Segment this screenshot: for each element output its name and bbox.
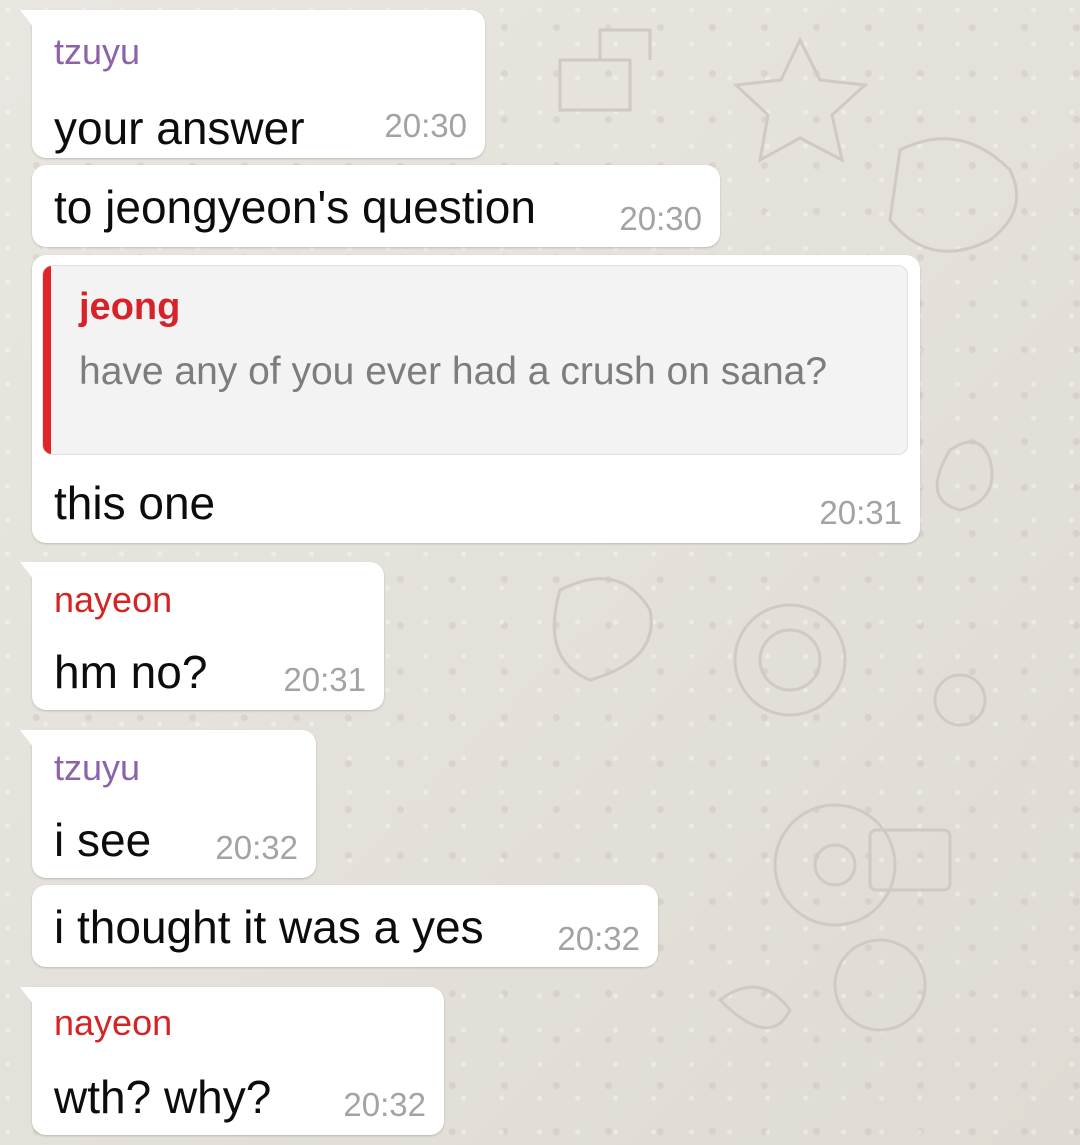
message-timestamp: 20:32: [343, 1086, 426, 1123]
message-bubble[interactable]: to jeongyeon's question 20:30: [32, 165, 720, 247]
message-timestamp: 20:30: [384, 107, 467, 144]
message-sender[interactable]: nayeon: [54, 580, 172, 620]
message-bubble[interactable]: nayeon hm no? 20:31: [20, 562, 384, 710]
message-text: hm no?: [54, 646, 208, 698]
chat-messages[interactable]: tzuyu your answer 20:30 to jeongyeon's q…: [0, 0, 1080, 1145]
message-timestamp: 20:32: [557, 920, 640, 957]
message-text: wth? why?: [54, 1071, 272, 1123]
message-text: this one: [54, 477, 216, 529]
reply-quote[interactable]: jeong have any of you ever had a crush o…: [42, 265, 908, 455]
message-text: i see: [54, 814, 152, 866]
message-sender[interactable]: tzuyu: [54, 748, 140, 788]
message-timestamp: 20:32: [215, 829, 298, 866]
message-bubble[interactable]: tzuyu i see 20:32: [20, 730, 316, 878]
message-timestamp: 20:31: [819, 494, 902, 531]
message-bubble[interactable]: jeong have any of you ever had a crush o…: [32, 255, 920, 543]
message-text: to jeongyeon's question: [54, 181, 536, 233]
message-timestamp: 20:30: [619, 200, 702, 237]
reply-quote-bar: [43, 266, 51, 454]
message-bubble[interactable]: i thought it was a yes 20:32: [32, 885, 658, 967]
message-text: i thought it was a yes: [54, 901, 484, 953]
reply-quote-sender: jeong: [79, 286, 181, 328]
message-text: your answer: [54, 102, 305, 154]
message-bubble[interactable]: nayeon wth? why? 20:32: [20, 987, 444, 1135]
message-timestamp: 20:31: [283, 661, 366, 698]
reply-quote-text: have any of you ever had a crush on sana…: [79, 350, 828, 393]
message-sender[interactable]: nayeon: [54, 1003, 172, 1043]
message-bubble[interactable]: tzuyu your answer 20:30: [20, 10, 485, 158]
message-sender[interactable]: tzuyu: [54, 32, 140, 72]
